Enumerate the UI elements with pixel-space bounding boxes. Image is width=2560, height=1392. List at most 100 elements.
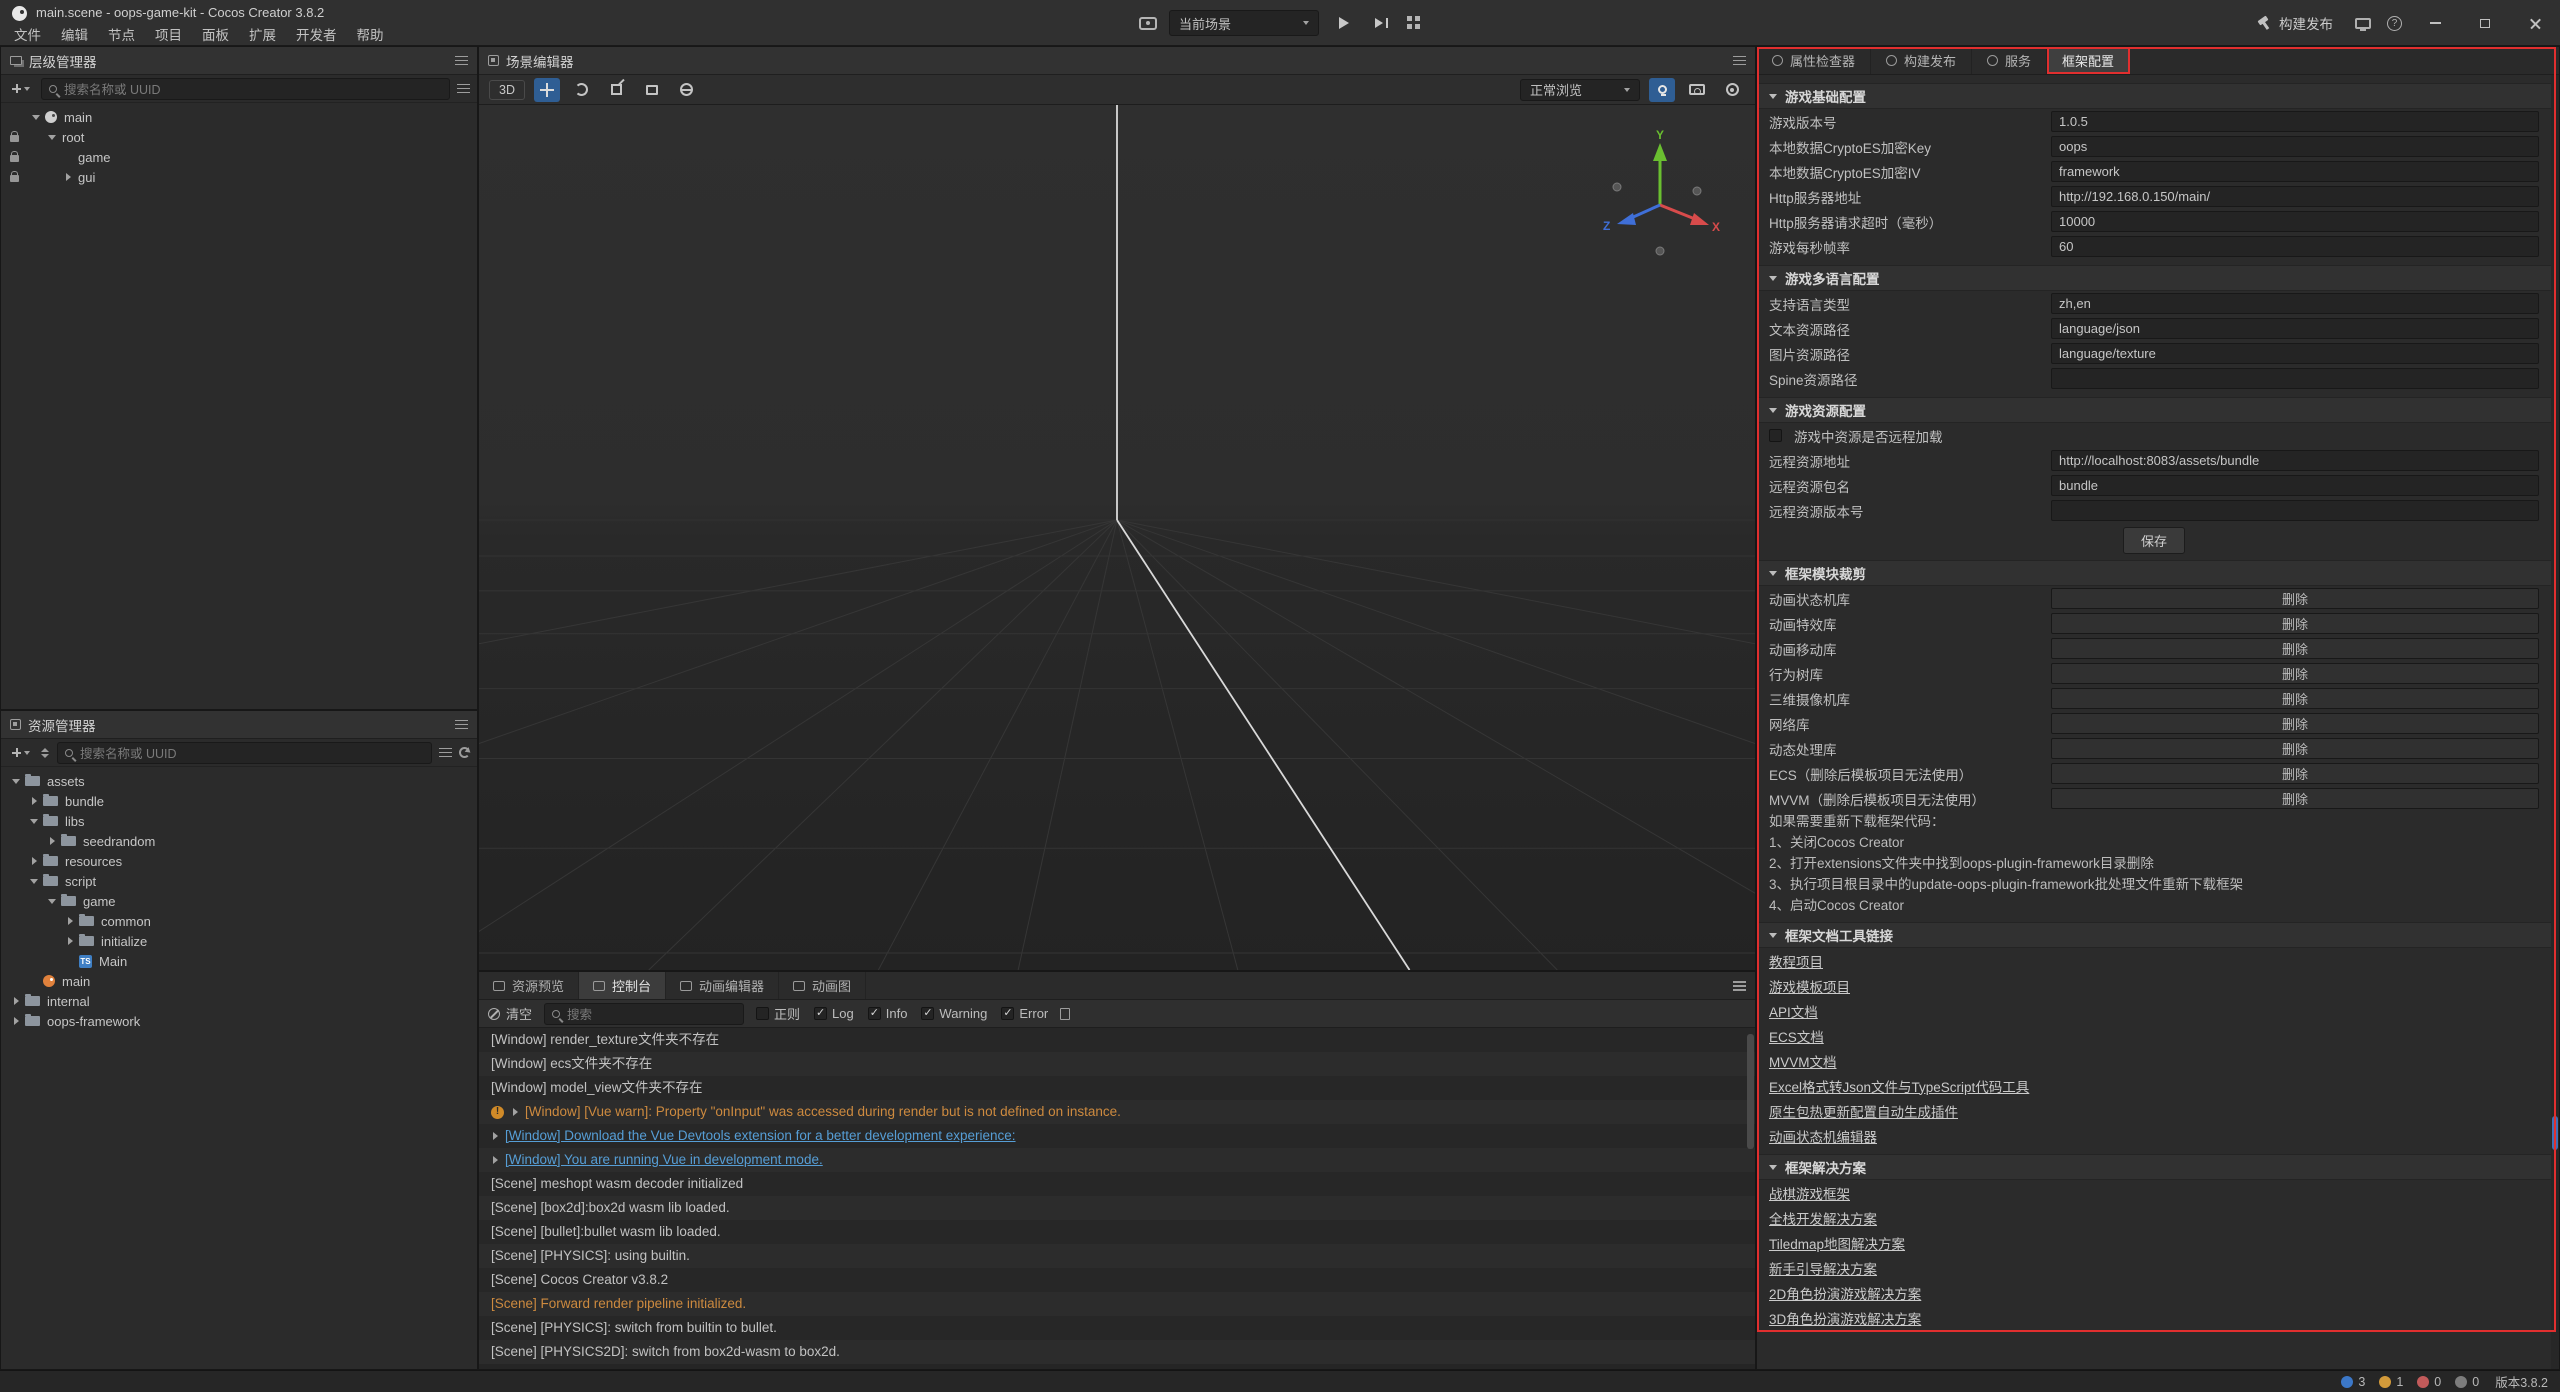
tree-node[interactable]: oops-framework <box>1 1011 477 1031</box>
minimize-button[interactable] <box>2418 8 2452 38</box>
devices-icon[interactable] <box>2355 18 2371 29</box>
doc-link[interactable]: Excel格式转Json文件与TypeScript代码工具 <box>1769 1076 2029 1096</box>
console-filter[interactable]: Log <box>814 1006 854 1021</box>
doc-link[interactable]: 原生包热更新配置自动生成插件 <box>1769 1101 1958 1121</box>
text-input[interactable]: oops <box>2051 136 2539 157</box>
section-header[interactable]: 游戏多语言配置 <box>1757 265 2551 291</box>
chevron-right-icon[interactable] <box>60 173 76 181</box>
delete-button[interactable]: 删除 <box>2051 738 2539 759</box>
menu-item[interactable]: 节点 <box>98 22 145 46</box>
lock-icon[interactable] <box>10 175 19 182</box>
log-row[interactable]: [Scene] [PHYSICS]: switch from builtin t… <box>479 1316 1755 1340</box>
preview-target-icon[interactable] <box>1139 17 1157 30</box>
console-scrollbar[interactable] <box>1747 1034 1754 1149</box>
console-tab[interactable]: 控制台 <box>579 972 666 999</box>
doc-link[interactable]: 新手引导解决方案 <box>1769 1258 1877 1278</box>
console-filter[interactable]: Warning <box>921 1006 987 1021</box>
delete-button[interactable]: 删除 <box>2051 688 2539 709</box>
menu-item[interactable]: 帮助 <box>347 22 394 46</box>
text-input[interactable]: http://192.168.0.150/main/ <box>2051 186 2539 207</box>
tree-node[interactable]: resources <box>1 851 477 871</box>
clear-console-button[interactable]: 清空 <box>488 1004 532 1023</box>
chevron-down-icon[interactable] <box>26 879 42 884</box>
delete-button[interactable]: 删除 <box>2051 588 2539 609</box>
section-header[interactable]: 框架模块裁剪 <box>1757 560 2551 586</box>
chevron-down-icon[interactable] <box>28 115 44 120</box>
tree-node[interactable]: initialize <box>1 931 477 951</box>
doc-link[interactable]: 动画状态机编辑器 <box>1769 1126 1877 1146</box>
section-header[interactable]: 游戏基础配置 <box>1757 83 2551 109</box>
tree-node[interactable]: script <box>1 871 477 891</box>
world-space-button[interactable] <box>674 78 700 102</box>
delete-button[interactable]: 删除 <box>2051 638 2539 659</box>
console-menu-icon[interactable] <box>1733 981 1746 991</box>
console-filter[interactable]: Error <box>1001 1006 1048 1021</box>
bell-badge[interactable]: 0 <box>2455 1375 2479 1389</box>
info-badge[interactable]: 3 <box>2341 1375 2365 1389</box>
menu-item[interactable]: 扩展 <box>239 22 286 46</box>
tree-node[interactable]: game <box>1 147 477 167</box>
section-header[interactable]: 框架解决方案 <box>1757 1154 2551 1180</box>
inspector-tab[interactable]: 框架配置 <box>2047 47 2130 74</box>
log-row[interactable]: [Scene] [box2d]:box2d wasm lib loaded. <box>479 1196 1755 1220</box>
doc-link[interactable]: 3D角色扮演游戏解决方案 <box>1769 1308 1921 1328</box>
layout-icon[interactable] <box>1407 16 1421 30</box>
scene-settings-button[interactable] <box>1719 78 1745 102</box>
delete-button[interactable]: 删除 <box>2051 663 2539 684</box>
console-tab[interactable]: 资源预览 <box>479 972 579 999</box>
rotate-tool-button[interactable] <box>569 78 595 102</box>
tree-node[interactable]: main <box>1 971 477 991</box>
section-header[interactable]: 游戏资源配置 <box>1757 397 2551 423</box>
assets-filter-icon[interactable] <box>439 748 452 758</box>
tree-node[interactable]: root <box>1 127 477 147</box>
add-asset-button[interactable] <box>8 745 34 760</box>
menu-item[interactable]: 开发者 <box>286 22 347 46</box>
tree-node[interactable]: common <box>1 911 477 931</box>
log-row[interactable]: ![Window] [Vue warn]: Property "onInput"… <box>479 1100 1755 1124</box>
text-input[interactable]: bundle <box>2051 475 2539 496</box>
scale-tool-button[interactable] <box>604 78 630 102</box>
chevron-down-icon[interactable] <box>44 899 60 904</box>
chevron-down-icon[interactable] <box>8 779 24 784</box>
tree-node[interactable]: Main <box>1 951 477 971</box>
assets-search-input[interactable]: 搜索名称或 UUID <box>57 742 432 764</box>
step-button[interactable] <box>1369 10 1395 36</box>
expand-icon[interactable] <box>493 1156 498 1164</box>
lighting-toggle-button[interactable] <box>1649 78 1675 102</box>
play-button[interactable] <box>1331 10 1357 36</box>
menu-item[interactable]: 项目 <box>145 22 192 46</box>
text-input[interactable]: language/json <box>2051 318 2539 339</box>
menu-item[interactable]: 面板 <box>192 22 239 46</box>
mode-3d-button[interactable]: 3D <box>489 80 525 100</box>
console-filter[interactable]: Info <box>868 1006 908 1021</box>
console-filter[interactable]: 正则 <box>756 1004 800 1023</box>
console-tab[interactable]: 动画图 <box>779 972 866 999</box>
tree-node[interactable]: gui <box>1 167 477 187</box>
build-publish-button[interactable]: 构建发布 <box>2251 9 2339 37</box>
text-input[interactable]: framework <box>2051 161 2539 182</box>
chevron-right-icon[interactable] <box>62 917 78 925</box>
doc-link[interactable]: MVVM文档 <box>1769 1051 1837 1071</box>
add-node-button[interactable] <box>8 81 34 96</box>
tree-node[interactable]: main <box>1 107 477 127</box>
doc-link[interactable]: 2D角色扮演游戏解决方案 <box>1769 1283 1921 1303</box>
text-input[interactable] <box>2051 500 2539 521</box>
hierarchy-filter-icon[interactable] <box>457 84 470 94</box>
chevron-right-icon[interactable] <box>26 857 42 865</box>
console-search-input[interactable]: 搜索 <box>544 1003 744 1025</box>
log-row[interactable]: [Scene] meshopt wasm decoder initialized <box>479 1172 1755 1196</box>
save-button[interactable]: 保存 <box>2123 527 2185 554</box>
close-button[interactable] <box>2518 8 2552 38</box>
tree-node[interactable]: game <box>1 891 477 911</box>
move-tool-button[interactable] <box>534 78 560 102</box>
text-input[interactable]: 60 <box>2051 236 2539 257</box>
scene-menu-icon[interactable] <box>1733 56 1746 66</box>
assets-menu-icon[interactable] <box>455 720 468 730</box>
doc-link[interactable]: 教程项目 <box>1769 951 1823 971</box>
delete-button[interactable]: 删除 <box>2051 713 2539 734</box>
tree-node[interactable]: libs <box>1 811 477 831</box>
axis-gizmo[interactable]: Y X Z <box>1595 127 1725 267</box>
tree-node[interactable]: internal <box>1 991 477 1011</box>
text-input[interactable]: 10000 <box>2051 211 2539 232</box>
expand-icon[interactable] <box>493 1132 498 1140</box>
